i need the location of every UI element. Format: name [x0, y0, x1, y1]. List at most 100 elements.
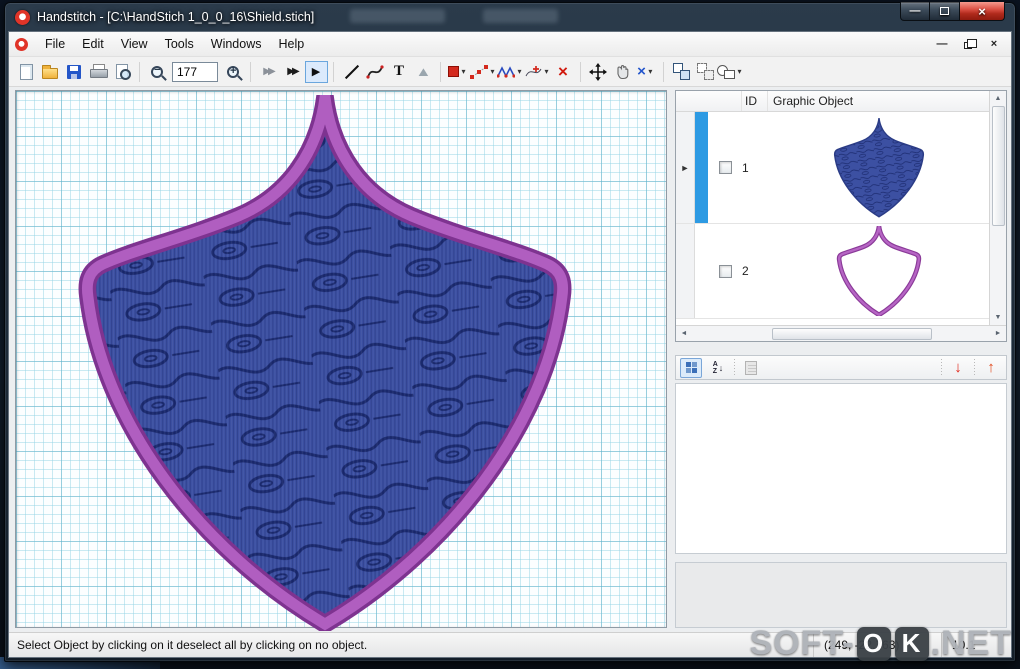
shapes-tool-button[interactable]: ▾: [717, 60, 744, 84]
maximize-button[interactable]: [930, 2, 959, 21]
print-button[interactable]: [86, 60, 110, 84]
object-row-1[interactable]: ► 1: [676, 112, 989, 224]
fill-tool-dropdown[interactable]: ▾: [459, 67, 468, 76]
zoom-out-button[interactable]: [145, 60, 169, 84]
printer-icon: [90, 63, 108, 79]
shield-design[interactable]: [71, 95, 579, 631]
zoom-input[interactable]: [172, 61, 218, 82]
step-forward-button[interactable]: ▶▶: [280, 60, 304, 84]
mdi-minimize-button[interactable]: —: [931, 36, 953, 53]
zoom-out-icon: [151, 64, 163, 78]
shapes-icon: [717, 64, 735, 80]
dotted-separator: [974, 358, 975, 377]
row-2-id: 2: [742, 264, 749, 278]
line-icon: [343, 63, 360, 80]
double-arrow-icon: ▶▶: [263, 66, 276, 77]
vertical-scroll-thumb[interactable]: [991, 106, 1005, 226]
object-list: ID Graphic Object ► 1 2 ▲ ▼ ◄ ►: [675, 90, 1007, 342]
categorized-view-button[interactable]: [680, 357, 702, 378]
text-tool-button[interactable]: T: [387, 60, 411, 84]
app-window: Handstitch - [C:\HandStich 1_0_0_16\Shie…: [4, 2, 1016, 662]
move-up-button[interactable]: ↑: [980, 358, 1002, 378]
status-message: Select Object by clicking on it deselect…: [17, 638, 368, 652]
save-file-button[interactable]: [62, 60, 86, 84]
row-2-selection-bar: [695, 224, 708, 318]
play-icon: ▶: [304, 60, 328, 83]
blue-x-icon: ×: [637, 63, 646, 80]
step-backward-button[interactable]: ▶▶: [256, 60, 280, 84]
object-list-horizontal-scrollbar[interactable]: ◄ ►: [676, 325, 1006, 341]
node-edit-tool-button[interactable]: ▾: [470, 60, 497, 84]
add-point-tool-button[interactable]: ▾: [524, 60, 551, 84]
remove-object-tool-button[interactable]: × ▾: [634, 60, 658, 84]
play-button[interactable]: ▶: [304, 60, 328, 84]
fill-tool-button[interactable]: ▾: [446, 60, 470, 84]
horizontal-scroll-thumb[interactable]: [772, 327, 932, 340]
menu-help[interactable]: Help: [270, 34, 312, 54]
text-icon: T: [393, 63, 404, 79]
group-tool-button[interactable]: [669, 60, 693, 84]
titlebar: Handstitch - [C:\HandStich 1_0_0_16\Shie…: [5, 2, 1015, 31]
delete-tool-button[interactable]: ×: [551, 60, 575, 84]
scroll-left-arrow[interactable]: ◄: [676, 326, 692, 341]
menu-file[interactable]: File: [37, 34, 73, 54]
scroll-up-arrow[interactable]: ▲: [990, 91, 1006, 106]
red-up-arrow-icon: ↑: [987, 359, 995, 376]
property-grid[interactable]: [675, 383, 1007, 554]
stitch-tool-button[interactable]: ▾: [497, 60, 524, 84]
zoom-in-button[interactable]: [221, 60, 245, 84]
row-1-thumbnail[interactable]: [768, 112, 989, 223]
sort-letter-z: Z: [712, 367, 717, 375]
add-point-dropdown[interactable]: ▾: [542, 67, 551, 76]
polygon-tool-button[interactable]: ▲: [411, 60, 435, 84]
pan-tool-button[interactable]: [610, 60, 634, 84]
menu-tools[interactable]: Tools: [157, 34, 202, 54]
menu-windows[interactable]: Windows: [203, 34, 270, 54]
row-2-thumbnail[interactable]: [768, 224, 989, 318]
document-system-icon[interactable]: [15, 37, 28, 51]
mdi-restore-button[interactable]: [957, 36, 979, 53]
mdi-close-button[interactable]: ×: [983, 36, 1005, 53]
stitch-tool-dropdown[interactable]: ▾: [515, 67, 524, 76]
menu-edit[interactable]: Edit: [74, 34, 112, 54]
design-canvas[interactable]: [15, 90, 667, 628]
close-button[interactable]: ×: [959, 2, 1005, 21]
watermark-letter-k: K: [894, 626, 929, 661]
row-2-checkbox[interactable]: [718, 264, 732, 278]
zoom-in-icon: [227, 65, 239, 78]
open-file-button[interactable]: [38, 60, 62, 84]
line-tool-button[interactable]: [339, 60, 363, 84]
move-down-button[interactable]: ↓: [947, 358, 969, 378]
shield-fill-thumbnail: [833, 117, 924, 217]
selection-bar: [695, 112, 708, 223]
object-row-2[interactable]: 2: [676, 224, 989, 319]
dotted-separator: [734, 358, 735, 377]
watermark: SOFT- O K .NET: [749, 624, 1012, 663]
scroll-down-arrow[interactable]: ▼: [990, 310, 1006, 325]
minimize-button[interactable]: —: [900, 2, 930, 21]
stitch-zigzag-icon: [497, 65, 515, 78]
desktop-background: Handstitch - [C:\HandStich 1_0_0_16\Shie…: [0, 0, 1020, 669]
object-list-vertical-scrollbar[interactable]: ▲ ▼: [989, 91, 1006, 325]
ungroup-tool-button[interactable]: [693, 60, 717, 84]
print-preview-button[interactable]: [110, 60, 134, 84]
menu-view[interactable]: View: [113, 34, 156, 54]
red-down-arrow-icon: ↓: [954, 359, 962, 376]
remove-object-dropdown[interactable]: ▾: [646, 67, 655, 76]
az-sort-icon: AZ: [713, 361, 718, 375]
content-area: ID Graphic Object ► 1 2 ▲ ▼ ◄ ► A Z ↓ ↓ …: [9, 87, 1011, 632]
row-1-checkbox[interactable]: [718, 161, 732, 174]
new-document-icon: [19, 63, 33, 80]
scroll-right-arrow[interactable]: ►: [990, 326, 1006, 341]
property-pages-icon: [745, 360, 757, 375]
curve-tool-button[interactable]: [363, 60, 387, 84]
sort-letter-a: A: [712, 360, 718, 368]
shapes-tool-dropdown[interactable]: ▾: [735, 67, 744, 76]
move-tool-button[interactable]: [586, 60, 610, 84]
window-title: Handstitch - [C:\HandStich 1_0_0_16\Shie…: [37, 10, 315, 24]
node-edit-dropdown[interactable]: ▾: [488, 67, 497, 76]
new-document-button[interactable]: [14, 60, 38, 84]
alphabetical-sort-button[interactable]: AZ ↓: [707, 358, 729, 378]
property-pages-button[interactable]: [740, 358, 762, 378]
object-list-header: ID Graphic Object: [676, 91, 989, 112]
